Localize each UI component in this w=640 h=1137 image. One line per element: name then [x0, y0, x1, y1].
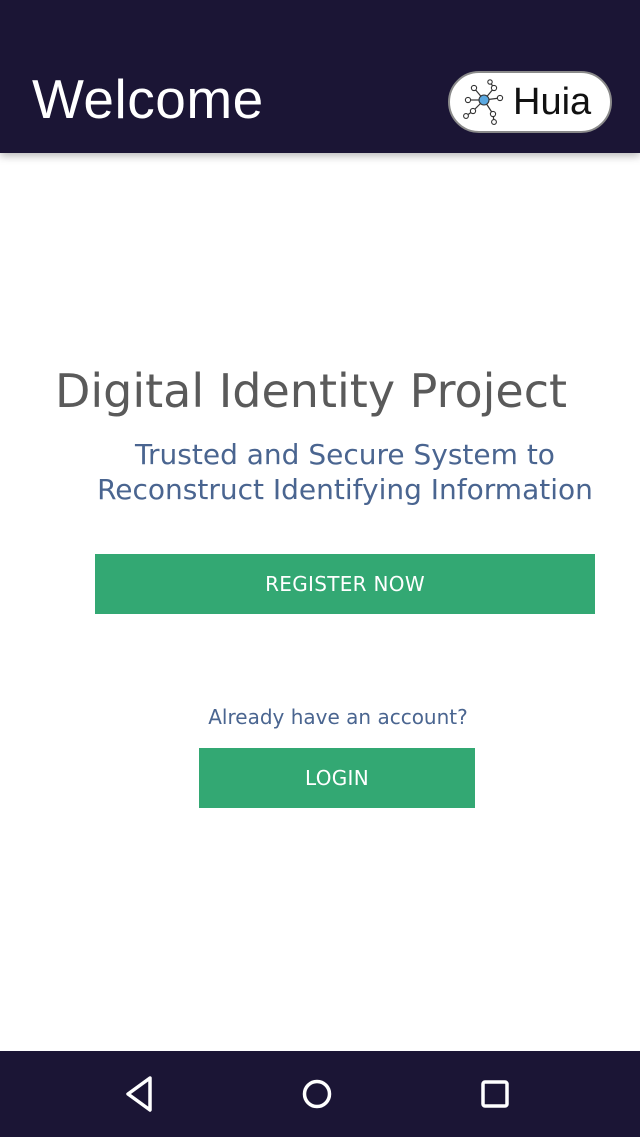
home-circle-icon — [302, 1079, 332, 1109]
project-subtitle: Trusted and Secure System to Reconstruct… — [97, 438, 593, 506]
network-logo-icon — [463, 79, 504, 125]
brand-badge: Huia — [448, 71, 612, 133]
account-prompt: Already have an account? — [208, 705, 468, 729]
project-heading: Digital Identity Project — [54, 364, 568, 418]
back-triangle-icon — [126, 1076, 152, 1112]
login-button[interactable]: LOGIN — [199, 748, 475, 808]
recents-button[interactable] — [470, 1069, 520, 1119]
system-navigation-bar — [0, 1051, 640, 1137]
register-button[interactable]: REGISTER NOW — [95, 554, 595, 614]
page-title: Welcome — [32, 68, 264, 130]
brand-name: Huia — [513, 81, 592, 123]
app-bar: Welcome Huia — [0, 0, 640, 153]
recents-square-icon — [481, 1080, 509, 1108]
back-button[interactable] — [115, 1069, 165, 1119]
home-button[interactable] — [292, 1069, 342, 1119]
